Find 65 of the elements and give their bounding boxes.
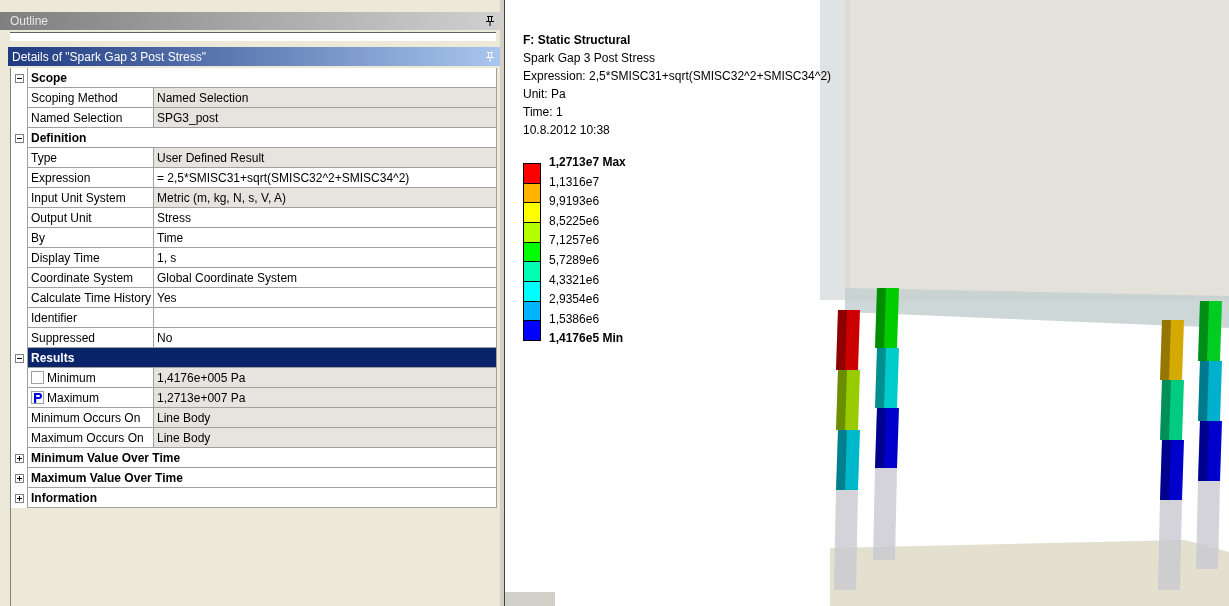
property-label: Input Unit System [27, 188, 153, 208]
pin-icon[interactable] [486, 16, 494, 26]
result-info-text: Expression: 2,5*SMISC31+sqrt(SMISC32^2+SMISC34^2) [523, 68, 832, 85]
property-label: Expression [27, 168, 153, 188]
property-value[interactable]: Time [153, 228, 497, 248]
property-label: Suppressed [27, 328, 153, 348]
result-info-text: Time: 1 [523, 104, 564, 121]
legend-label: 1,5386e6 [549, 310, 601, 328]
parameter-checkbox[interactable] [31, 371, 44, 384]
expand-icon[interactable] [14, 453, 24, 463]
result-info-text: Unit: Pa [523, 86, 567, 103]
property-value[interactable]: 1, s [153, 248, 497, 268]
property-value[interactable]: Line Body [153, 428, 497, 448]
property-value[interactable]: No [153, 328, 497, 348]
legend-label: 8,5225e6 [549, 212, 601, 230]
property-label: Scoping Method [27, 88, 153, 108]
parameter-checkbox[interactable] [31, 391, 44, 404]
section-header[interactable]: Scope [27, 68, 497, 88]
property-label: Calculate Time History [27, 288, 153, 308]
property-label: Identifier [27, 308, 153, 328]
legend-label: 1,2713e7 Max [549, 154, 626, 171]
legend-label: 2,9354e6 [549, 291, 601, 309]
collapse-icon[interactable] [14, 353, 24, 363]
expand-icon[interactable] [14, 473, 24, 483]
collapse-icon[interactable] [14, 133, 24, 143]
expand-icon[interactable] [14, 493, 24, 503]
legend-label: 7,1257e6 [549, 232, 601, 250]
legend-label: 9,9193e6 [549, 193, 601, 211]
section-header[interactable]: Definition [27, 128, 497, 148]
property-value[interactable]: Yes [153, 288, 497, 308]
property-value[interactable]: 1,2713e+007 Pa [153, 388, 497, 408]
section-header[interactable]: Maximum Value Over Time [27, 468, 497, 488]
property-label: Display Time [27, 248, 153, 268]
result-info-text: 10.8.2012 10:38 [523, 122, 611, 139]
legend-label: 1,1316e7 [549, 173, 601, 191]
property-label: Minimum Occurs On [27, 408, 153, 428]
property-value[interactable]: = 2,5*SMISC31+sqrt(SMISC32^2+SMISC34^2) [153, 168, 497, 188]
legend-label: 5,7289e6 [549, 251, 601, 269]
property-value[interactable] [153, 308, 497, 328]
property-label: By [27, 228, 153, 248]
property-label: Maximum Occurs On [27, 428, 153, 448]
property-value[interactable]: Stress [153, 208, 497, 228]
property-value[interactable]: User Defined Result [153, 148, 497, 168]
property-value[interactable]: 1,4176e+005 Pa [153, 368, 497, 388]
property-label: Maximum [47, 390, 99, 405]
legend-label: 4,3321e6 [549, 271, 601, 289]
collapse-icon[interactable] [14, 73, 24, 83]
property-label: Named Selection [27, 108, 153, 128]
property-label: Output Unit [27, 208, 153, 228]
legend-label: 1,4176e5 Min [549, 330, 625, 348]
property-value[interactable]: Metric (m, kg, N, s, V, A) [153, 188, 497, 208]
panel-title: Outline [10, 14, 49, 28]
analysis-title: F: Static Structural [523, 32, 632, 49]
panel-title: Details of "Spark Gap 3 Post Stress" [12, 49, 206, 64]
property-label: Minimum [47, 370, 96, 385]
result-info-text: Spark Gap 3 Post Stress [523, 50, 657, 67]
property-value[interactable]: Named Selection [153, 88, 497, 108]
property-label: Coordinate System [27, 268, 153, 288]
section-header[interactable]: Minimum Value Over Time [27, 448, 497, 468]
property-value[interactable]: SPG3_post [153, 108, 497, 128]
property-value[interactable]: Global Coordinate System [153, 268, 497, 288]
property-value[interactable]: Line Body [153, 408, 497, 428]
section-header[interactable]: Information [27, 488, 497, 508]
property-label: Type [27, 148, 153, 168]
section-header[interactable]: Results [27, 348, 497, 368]
